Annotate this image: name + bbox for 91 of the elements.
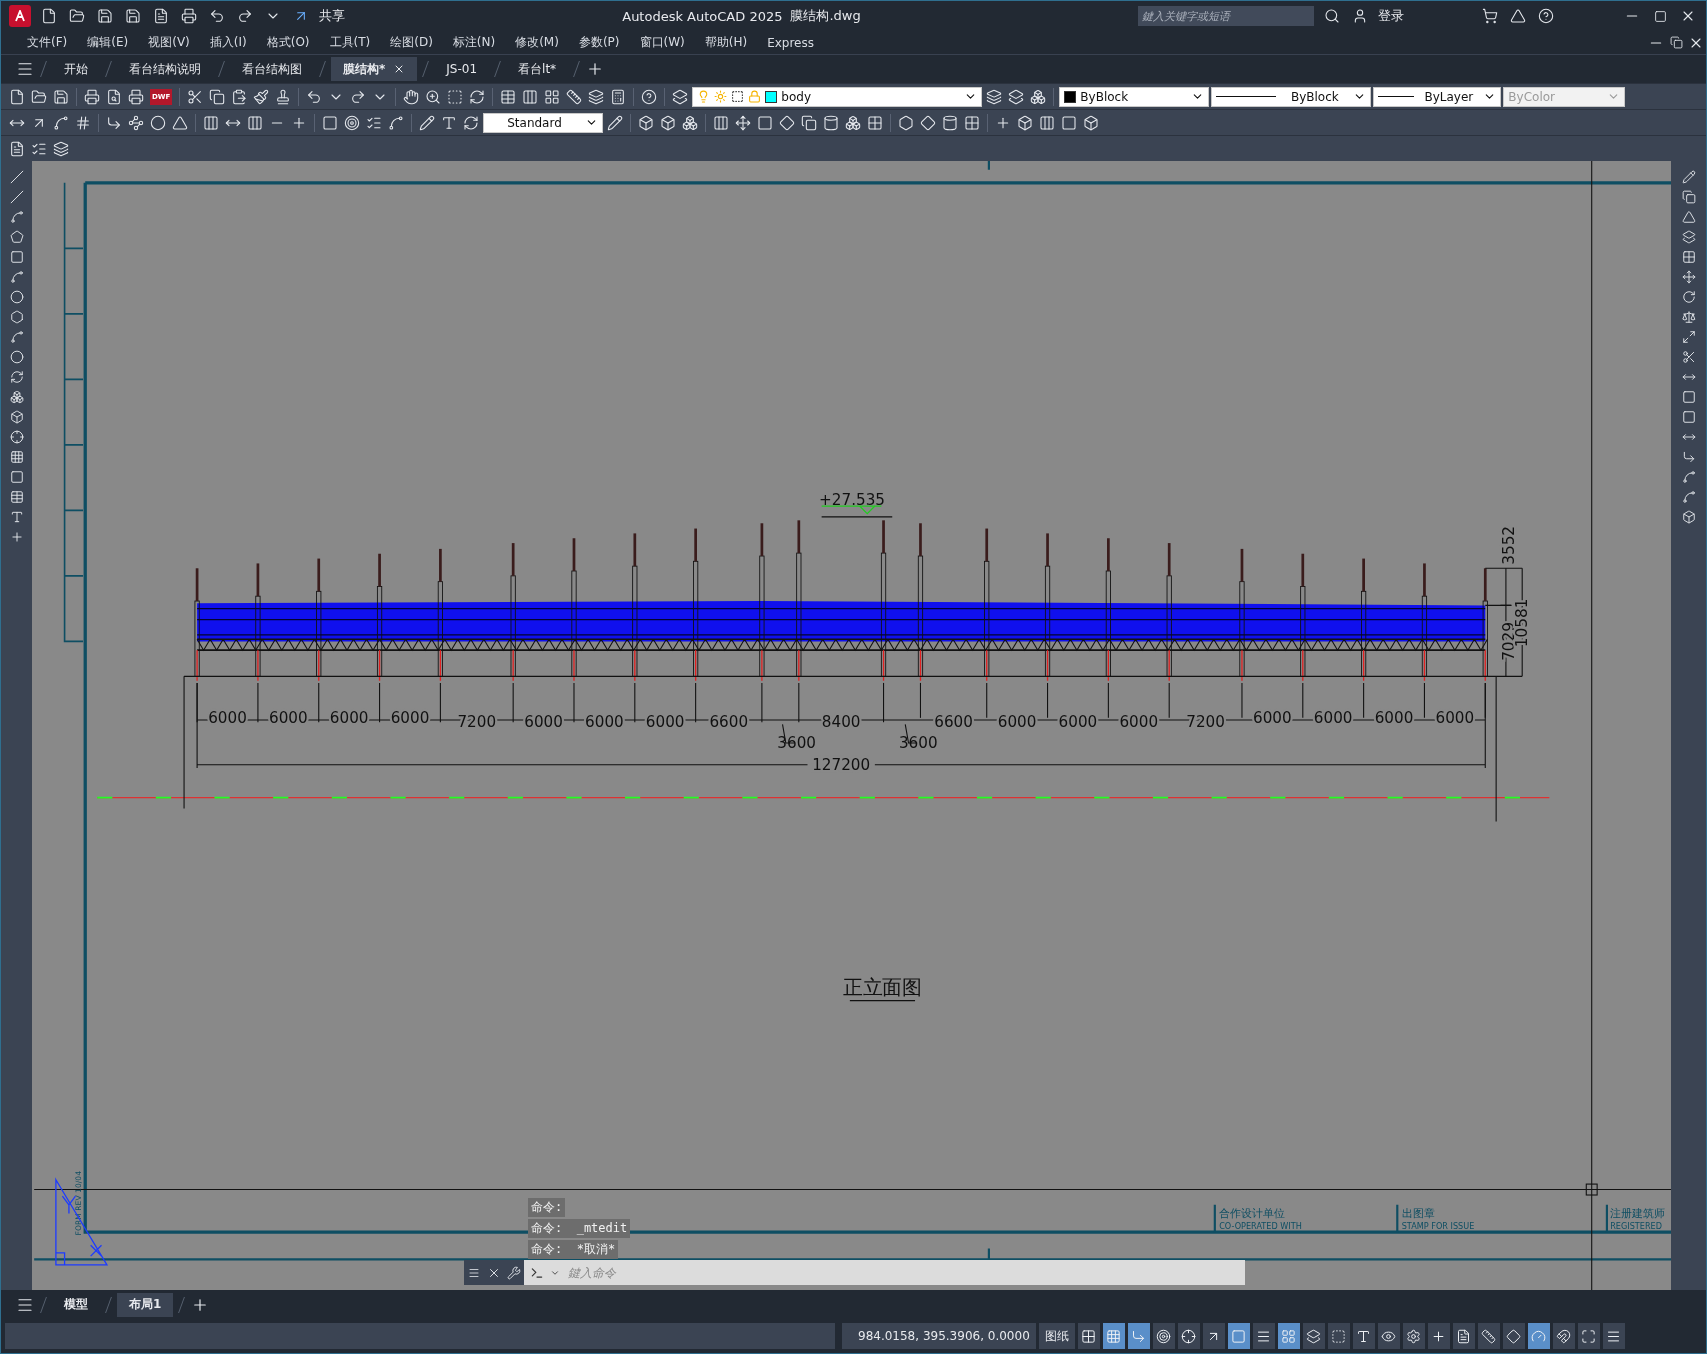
menu-item[interactable]: 参数(P)	[568, 34, 630, 51]
menu-item[interactable]: 格式(O)	[256, 34, 320, 51]
elevation-text: +27.535	[819, 490, 885, 509]
dimension-text: 7200	[457, 712, 497, 731]
save-as-icon[interactable]	[123, 6, 143, 26]
layer-swatch	[765, 90, 778, 103]
command-field[interactable]: 鍵入命令	[524, 1260, 1245, 1285]
dimension-text: 6000	[269, 709, 308, 728]
magnet-icon[interactable]	[1552, 1323, 1575, 1349]
triangle-icon[interactable]	[1508, 6, 1528, 26]
file-tab[interactable]: 看台结构说明	[117, 57, 213, 81]
dimension-text: 3552	[1499, 525, 1518, 565]
menu-icon[interactable]	[1602, 1323, 1625, 1349]
file-name: 膜结构.dwg	[790, 7, 861, 25]
paper-space-button[interactable]: 图纸	[1038, 1323, 1075, 1349]
file-tab[interactable]: JS-01	[434, 57, 490, 81]
dimension-text: 3600	[777, 734, 816, 753]
dimension-text: 6000	[329, 709, 369, 728]
menu-item[interactable]: 绘图(D)	[380, 34, 443, 51]
title-block-label: 注册建筑师	[1610, 1206, 1666, 1220]
viewport-grip[interactable]	[1585, 1183, 1598, 1196]
file-tab[interactable]: 开始	[52, 57, 100, 81]
lock-icon	[748, 90, 762, 103]
sign-in-button[interactable]: 登录	[1378, 7, 1404, 25]
line-sample	[1216, 96, 1277, 97]
dimension-text: 6000	[1435, 709, 1475, 728]
search-field[interactable]: 鍵入关键字或短语	[1138, 6, 1314, 26]
printer-icon[interactable]	[179, 6, 199, 26]
dimension-text: 6000	[524, 712, 563, 731]
dimension-text: 6000	[1119, 712, 1159, 731]
title-block-label: 合作设计单位	[1219, 1206, 1285, 1220]
layout-tab[interactable]: 布局1	[117, 1292, 174, 1317]
file-tab[interactable]: 看台结构图	[230, 57, 314, 81]
app-logo[interactable]	[9, 5, 31, 27]
coordinates-readout: 984.0158, 395.3906, 0.0000	[842, 1323, 1036, 1349]
menu-item[interactable]: 编辑(E)	[77, 34, 139, 51]
dimension-text: 3600	[898, 734, 938, 753]
lineweight-dropdown[interactable]: ByLayer	[1373, 86, 1502, 107]
share-button[interactable]: 共享	[319, 7, 345, 25]
menu-item[interactable]: 工具(T)	[319, 34, 381, 51]
dimension-text: 6000	[208, 709, 247, 728]
dimension-text: 6000	[1253, 709, 1292, 728]
menu-item[interactable]: 插入(I)	[199, 34, 257, 51]
dimension-text: 6000	[585, 712, 624, 731]
menu-item[interactable]: 文件(F)	[17, 34, 78, 51]
fullscreen-icon[interactable]	[1577, 1323, 1600, 1349]
drawing-title: 正立面图	[842, 976, 923, 1000]
title-block-label: REGISTERED	[1610, 1220, 1662, 1231]
color-dropdown[interactable]: ByBlock	[1059, 86, 1210, 107]
gauge-icon[interactable]	[1527, 1323, 1550, 1349]
file-tab[interactable]: 膜结构*	[331, 57, 418, 81]
dimension-text: 6000	[390, 709, 430, 728]
title-block-label: 出图章	[1401, 1206, 1435, 1220]
grid-icon[interactable]	[1102, 1323, 1125, 1349]
menu-item[interactable]: 标注(N)	[442, 34, 506, 51]
help-icon[interactable]	[1536, 6, 1556, 26]
properties-icon[interactable]	[1452, 1323, 1475, 1349]
cart-icon[interactable]	[1480, 6, 1500, 26]
title-underline	[849, 1000, 916, 1002]
dimension-text: 6000	[645, 712, 685, 731]
title-block-label: CO-OPERATED WITH	[1219, 1220, 1302, 1231]
save-icon[interactable]	[95, 6, 115, 26]
line-sample	[1378, 96, 1415, 97]
dimension-text: 6000	[997, 712, 1037, 731]
sun-icon	[714, 90, 728, 103]
dimension-text: 8400	[821, 712, 861, 731]
dashed-square-icon	[731, 90, 745, 103]
color-swatch	[1064, 90, 1077, 103]
dimension-text: 127200	[812, 756, 871, 775]
text-style-dropdown[interactable]: Standard	[483, 112, 603, 133]
app-title: Autodesk AutoCAD 2025	[622, 8, 783, 24]
linetype-dropdown[interactable]: ByBlock	[1211, 86, 1372, 107]
menu-item[interactable]: 帮助(H)	[694, 34, 758, 51]
layout-tab[interactable]: 模型	[52, 1292, 100, 1317]
visibility-icon[interactable]	[1377, 1323, 1400, 1349]
menu-item[interactable]: 窗口(W)	[629, 34, 695, 51]
terminal-icon	[530, 1265, 544, 1280]
menu-item[interactable]: Express	[757, 35, 824, 50]
plus-icon[interactable]	[1427, 1323, 1450, 1349]
dimension-text: 6000	[1058, 712, 1098, 731]
menu-item[interactable]: 修改(M)	[505, 34, 569, 51]
dimension-text: 7200	[1186, 712, 1225, 731]
menu-item[interactable]: 视图(V)	[138, 34, 200, 51]
file-tab[interactable]: 看台lt*	[506, 57, 569, 81]
layer-dropdown[interactable]: body	[692, 86, 983, 107]
dimension-text: 6600	[709, 712, 749, 731]
title-block-label: STAMP FOR ISSUE	[1401, 1220, 1475, 1231]
settings-icon[interactable]	[1402, 1323, 1425, 1349]
dimension-text: 6000	[1374, 709, 1414, 728]
dimension-text: 6000	[1313, 709, 1353, 728]
dimension-text: 6600	[934, 712, 973, 731]
